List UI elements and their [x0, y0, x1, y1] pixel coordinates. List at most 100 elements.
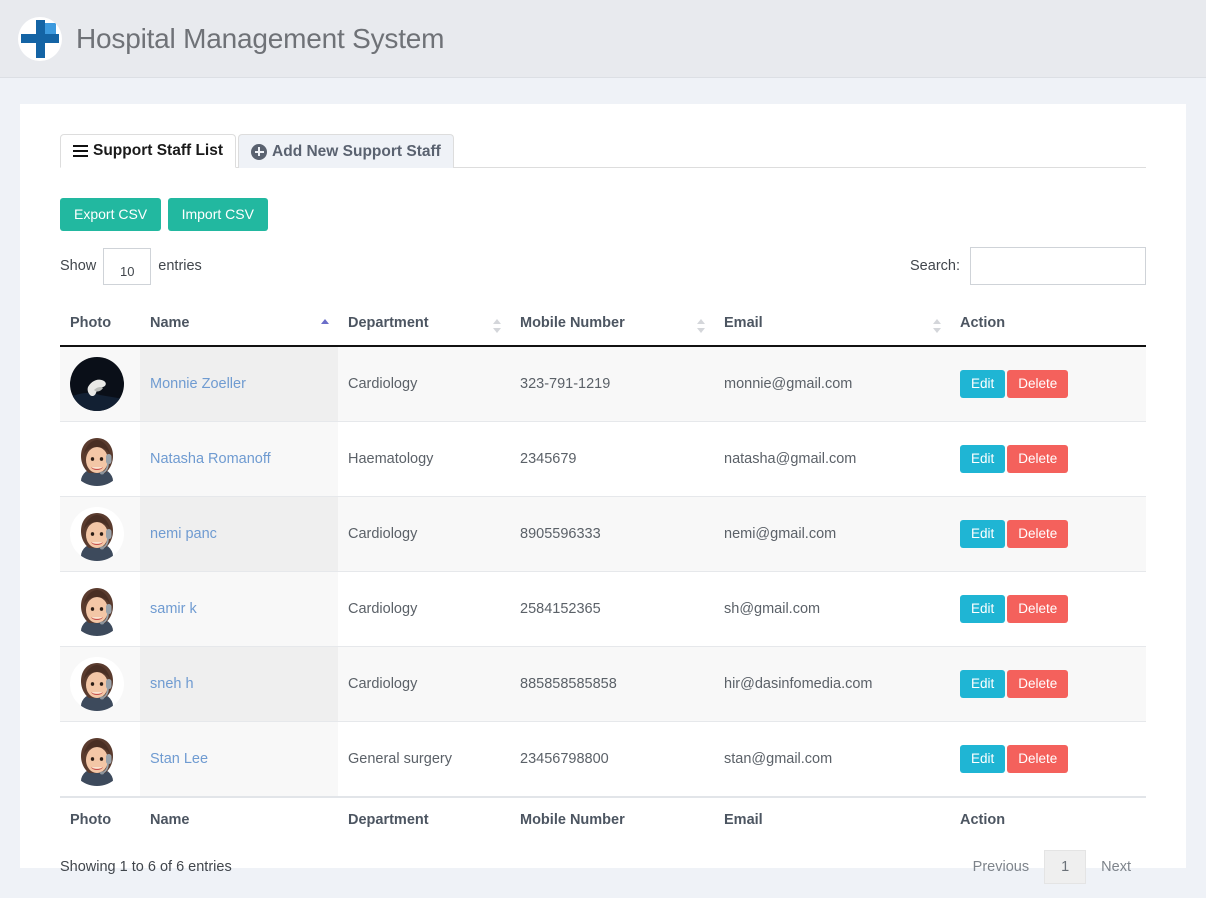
- cell-name: sneh h: [140, 647, 338, 722]
- sort-both-icon: [933, 318, 942, 334]
- cell-action: EditDelete: [950, 346, 1146, 422]
- cell-email: nemi@gmail.com: [714, 497, 950, 572]
- mobile-text: 323-791-1219: [520, 376, 610, 392]
- avatar-headset-photo-icon: [70, 432, 130, 486]
- table-footer-row: Photo Name Department Mobile Number Emai…: [60, 797, 1146, 838]
- cell-email: stan@gmail.com: [714, 722, 950, 798]
- cell-mobile-number: 8905596333: [510, 497, 714, 572]
- footer-column-mobile-number: Mobile Number: [510, 797, 714, 838]
- cell-department: General surgery: [338, 722, 510, 798]
- table-row: Monnie Zoeller Cardiology 323-791-1219 monn…: [60, 346, 1146, 422]
- edit-button[interactable]: Edit: [960, 445, 1005, 473]
- cell-department: Cardiology: [338, 572, 510, 647]
- tab-support-staff-list[interactable]: Support Staff List: [60, 134, 236, 168]
- footer-column-action: Action: [950, 797, 1146, 838]
- cell-mobile-number: 2584152365: [510, 572, 714, 647]
- table-body: Monnie Zoeller Cardiology 323-791-1219 monn…: [60, 346, 1146, 797]
- column-header-action[interactable]: Action: [950, 307, 1146, 346]
- cell-mobile-number: 2345679: [510, 422, 714, 497]
- footer-column-name: Name: [140, 797, 338, 838]
- csv-toolbar: Export CSV Import CSV: [60, 198, 1166, 231]
- delete-button[interactable]: Delete: [1007, 595, 1068, 623]
- email-text: nemi@gmail.com: [724, 526, 836, 542]
- pagination-next[interactable]: Next: [1086, 850, 1146, 884]
- page-title: Hospital Management System: [76, 23, 444, 55]
- entries-label: entries: [158, 258, 202, 274]
- sort-ascending-icon: [321, 318, 330, 334]
- edit-button[interactable]: Edit: [960, 595, 1005, 623]
- column-header-email[interactable]: Email: [714, 307, 950, 346]
- datatable-footer: Showing 1 to 6 of 6 entries Previous 1 N…: [60, 850, 1146, 884]
- cell-department: Cardiology: [338, 647, 510, 722]
- column-header-name[interactable]: Name: [140, 307, 338, 346]
- table-row: nemi panc Cardiology 8905596333 nemi@gmail.…: [60, 497, 1146, 572]
- delete-button[interactable]: Delete: [1007, 370, 1068, 398]
- pagination-page-1[interactable]: 1: [1044, 850, 1086, 884]
- tab-label: Add New Support Staff: [272, 143, 441, 161]
- table-row: samir kCardiology2584152365sh@gmail.comE…: [60, 572, 1146, 647]
- email-text: hir@dasinfomedia.com: [724, 676, 873, 692]
- search-label: Search:: [910, 258, 960, 274]
- department-text: General surgery: [348, 751, 452, 767]
- cell-photo: [60, 647, 140, 722]
- column-header-mobile-number[interactable]: Mobile Number: [510, 307, 714, 346]
- delete-button[interactable]: Delete: [1007, 520, 1068, 548]
- cell-action: EditDelete: [950, 647, 1146, 722]
- staff-name-link[interactable]: nemi panc: [150, 526, 217, 542]
- cell-action: EditDelete: [950, 722, 1146, 798]
- email-text: stan@gmail.com: [724, 751, 832, 767]
- cell-name: Stan Lee: [140, 722, 338, 798]
- staff-name-link[interactable]: Natasha Romanoff: [150, 451, 271, 467]
- cell-name: samir k: [140, 572, 338, 647]
- cell-department: Cardiology: [338, 497, 510, 572]
- search-input[interactable]: [970, 247, 1146, 285]
- cell-photo: [60, 722, 140, 798]
- edit-button[interactable]: Edit: [960, 370, 1005, 398]
- datatable-controls: Show 10 entries Search:: [60, 247, 1166, 285]
- cell-action: EditDelete: [950, 497, 1146, 572]
- cell-email: monnie@gmail.com: [714, 346, 950, 422]
- edit-button[interactable]: Edit: [960, 520, 1005, 548]
- department-text: Cardiology: [348, 676, 417, 692]
- cell-photo: [60, 572, 140, 647]
- avatar-headset-photo-icon: [70, 582, 130, 636]
- footer-column-photo: Photo: [60, 797, 140, 838]
- mobile-text: 885858585858: [520, 676, 617, 692]
- delete-button[interactable]: Delete: [1007, 670, 1068, 698]
- cell-photo: [60, 497, 140, 572]
- table-head: Photo Name Department Mobile Number: [60, 307, 1146, 346]
- staff-name-link[interactable]: sneh h: [150, 676, 194, 692]
- pagination-previous[interactable]: Previous: [958, 850, 1044, 884]
- avatar-headset-photo-icon: [70, 657, 130, 711]
- email-text: monnie@gmail.com: [724, 376, 852, 392]
- staff-name-link[interactable]: Monnie Zoeller: [150, 376, 246, 392]
- cell-photo: [60, 346, 140, 422]
- column-header-department[interactable]: Department: [338, 307, 510, 346]
- cell-name: Monnie Zoeller: [140, 346, 338, 422]
- delete-button[interactable]: Delete: [1007, 445, 1068, 473]
- edit-button[interactable]: Edit: [960, 745, 1005, 773]
- entries-length-control: Show 10 entries: [60, 248, 202, 285]
- staff-name-link[interactable]: Stan Lee: [150, 751, 208, 767]
- plus-circle-icon: [251, 144, 267, 160]
- footer-column-department: Department: [338, 797, 510, 838]
- mobile-text: 8905596333: [520, 526, 601, 542]
- import-csv-button[interactable]: Import CSV: [168, 198, 268, 231]
- show-label: Show: [60, 258, 96, 274]
- mobile-text: 2584152365: [520, 601, 601, 617]
- edit-button[interactable]: Edit: [960, 670, 1005, 698]
- cell-action: EditDelete: [950, 422, 1146, 497]
- content-panel: Support Staff List Add New Support Staff…: [20, 104, 1186, 868]
- cell-department: Haematology: [338, 422, 510, 497]
- export-csv-button[interactable]: Export CSV: [60, 198, 161, 231]
- entries-length-select[interactable]: 10: [103, 248, 151, 285]
- staff-name-link[interactable]: samir k: [150, 601, 197, 617]
- table-row: Natasha RomanoffHaematology2345679natash…: [60, 422, 1146, 497]
- cell-department: Cardiology: [338, 346, 510, 422]
- delete-button[interactable]: Delete: [1007, 745, 1068, 773]
- column-header-photo[interactable]: Photo: [60, 307, 140, 346]
- table-row: Stan LeeGeneral surgery23456798800stan@g…: [60, 722, 1146, 798]
- avatar-headset-photo-icon: [70, 507, 130, 561]
- tab-add-new-support-staff[interactable]: Add New Support Staff: [238, 134, 454, 168]
- avatar-dark-photo-icon: [70, 357, 130, 411]
